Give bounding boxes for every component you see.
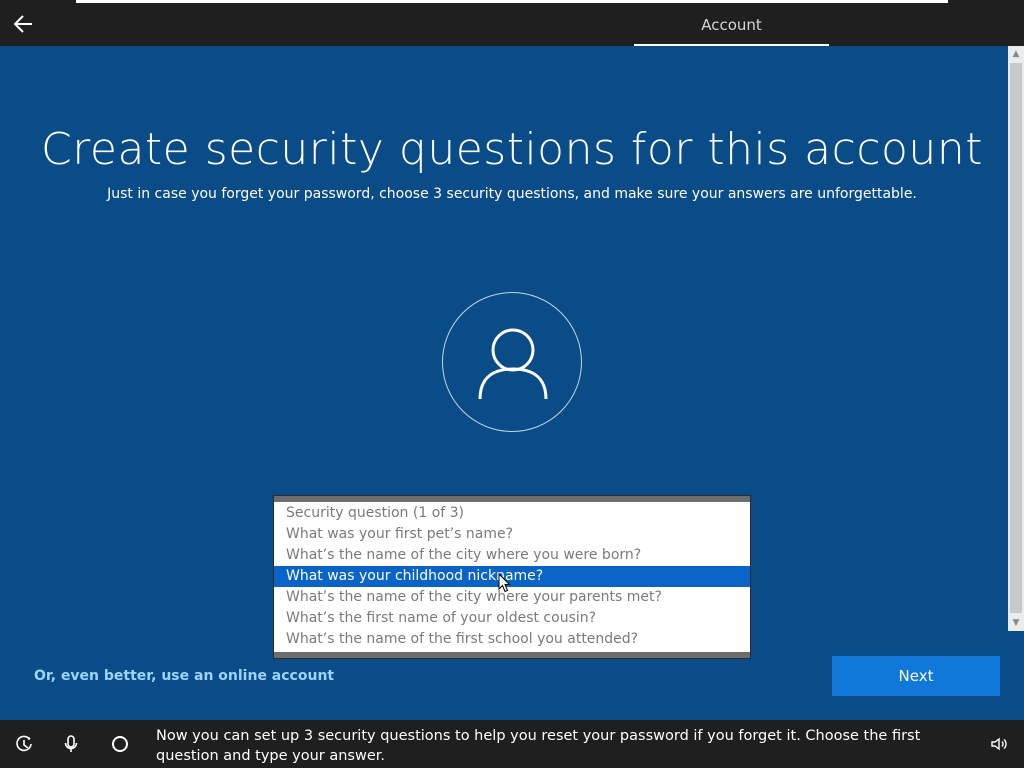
online-account-link[interactable]: Or, even better, use an online account: [34, 668, 334, 684]
bottom-bar: Now you can set up 3 security questions …: [0, 720, 1024, 768]
scroll-gap: [1008, 631, 1024, 720]
security-question-dropdown[interactable]: Security question (1 of 3) What was your…: [273, 495, 751, 659]
dropdown-list: Security question (1 of 3) What was your…: [274, 503, 750, 650]
cortana-icon[interactable]: [108, 732, 132, 756]
dropdown-option-selected[interactable]: What was your childhood nickname?: [274, 566, 750, 587]
dropdown-top-edge: [274, 496, 750, 502]
page-subtitle: Just in case you forget your password, c…: [107, 186, 917, 202]
dropdown-option[interactable]: What’s the name of the city where your p…: [274, 587, 750, 608]
back-button[interactable]: [10, 10, 38, 38]
scroll-up-icon[interactable]: ▲: [1008, 46, 1024, 62]
next-button[interactable]: Next: [832, 656, 1000, 696]
ease-of-access-icon[interactable]: [12, 732, 36, 756]
tab-account[interactable]: Account: [634, 0, 829, 46]
narrator-message: Now you can set up 3 security questions …: [156, 728, 921, 764]
page-title: Create security questions for this accou…: [41, 124, 983, 175]
avatar: [442, 292, 582, 432]
dropdown-option[interactable]: What’s the first name of your oldest cou…: [274, 608, 750, 629]
mouse-cursor-icon: [498, 573, 511, 593]
dropdown-bottom-edge: [274, 652, 750, 658]
dropdown-option[interactable]: What was your first pet’s name?: [274, 524, 750, 545]
scroll-down-icon[interactable]: ▼: [1008, 615, 1024, 631]
microphone-icon[interactable]: [59, 732, 83, 756]
volume-icon[interactable]: [987, 732, 1011, 756]
dropdown-option[interactable]: What’s the name of the first school you …: [274, 629, 750, 650]
tab-account-label: Account: [701, 16, 762, 34]
back-arrow-icon: [13, 15, 32, 33]
dropdown-option[interactable]: What’s the name of the city where you we…: [274, 545, 750, 566]
top-bar: Account: [0, 0, 1024, 46]
dropdown-option[interactable]: Security question (1 of 3): [274, 503, 750, 524]
user-icon: [478, 328, 548, 400]
